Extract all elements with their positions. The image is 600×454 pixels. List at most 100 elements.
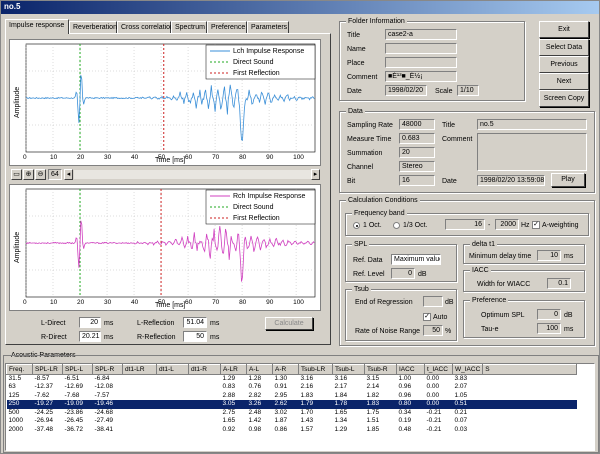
table-cell: 1.30 (274, 375, 288, 382)
table-cell (157, 417, 189, 426)
tab-cross-correlation[interactable]: Cross correlation (117, 21, 174, 33)
folder-place-field (385, 57, 457, 68)
column-header[interactable]: S (482, 364, 578, 375)
table-row[interactable]: 1000 -26.94 -26.45 -27.49 1.65 1.42 1.87 1.43 1.… (7, 417, 577, 426)
taue-field[interactable]: 100 (537, 323, 561, 334)
column-header[interactable]: dt1-LR (122, 364, 157, 375)
table-row[interactable]: 2000 -37.48 -36.72 -38.41 0.92 0.98 0.86 1.57 1.… (7, 426, 577, 435)
data-title-field: no.5 (477, 119, 587, 130)
select-data-button[interactable]: Select Data (539, 39, 589, 56)
data-title-label: Title (442, 122, 455, 129)
main-window: no.5 Impulse response Reverberation Cros… (0, 0, 600, 454)
table-row[interactable]: 125 -7.62 -7.68 -7.57 2.88 2.82 2.95 1.83 1.84 1.… (7, 392, 577, 401)
column-header[interactable]: SPL-R (92, 364, 123, 375)
next-button[interactable]: Next (539, 73, 589, 90)
column-header[interactable]: dt1-R (188, 364, 221, 375)
r-direct-input[interactable]: 20.21 (79, 331, 101, 342)
freq-from-field[interactable]: 16 (445, 219, 485, 230)
table-row[interactable]: 63 -12.37 -12.69 -12.08 0.83 0.76 0.91 2.16 2.17… (7, 383, 577, 392)
table-row[interactable]: 500 -24.25 -23.86 -24.68 2.75 2.48 3.02 1.70 1.6… (7, 409, 577, 418)
window-title: no.5 (1, 1, 599, 14)
tab-spectrum[interactable]: Spectrum (171, 21, 207, 33)
lch-xticks: 0 10 20 30 40 50 60 70 80 90 100 (23, 154, 304, 161)
play-button[interactable]: Play (551, 173, 585, 187)
column-header[interactable]: Freq. (6, 364, 33, 375)
l-reflection-input[interactable]: 51.04 (183, 317, 207, 328)
table-cell: -36.72 (64, 425, 83, 433)
x-tick-label: 70 (212, 299, 220, 306)
opt-spl-field[interactable]: 0 (537, 309, 561, 320)
table-row[interactable]: 31.5 -8.57 -6.51 -6.84 1.29 1.28 1.30 3.16 3.16 3… (7, 375, 577, 384)
rch-legend-signal: Rch Impulse Response (233, 193, 305, 200)
min-delay-field[interactable]: 10 (537, 250, 561, 261)
table-cell: 1.65 (222, 417, 236, 425)
column-header[interactable]: Tsub-R (364, 364, 397, 375)
column-header[interactable]: t_IACC (424, 364, 453, 375)
column-header[interactable]: dt1-L (156, 364, 189, 375)
auto-checkbox[interactable]: ✓ (423, 313, 431, 321)
column-header[interactable]: SPL-LR (32, 364, 63, 375)
x-tick-label: 20 (77, 154, 85, 161)
table-cell: -23.86 (64, 408, 83, 416)
table-cell: 0.19 (398, 417, 412, 425)
rch-legend-direct: Direct Sound (233, 204, 274, 211)
lch-impulse-curve (26, 75, 315, 141)
calculate-button[interactable]: Calculate (265, 317, 313, 330)
x-tick-label: 40 (131, 154, 139, 161)
l-direct-input[interactable]: 20 (79, 317, 101, 328)
acoustic-table: Freq. SPL-LR SPL-L SPL-R dt1-LR dt1-L dt1-R A-L… (5, 363, 595, 451)
lch-plot-svg: Amplitude Time [ms] 0 10 20 30 40 50 60 70 80 90 1… (14, 43, 316, 164)
r-reflection-input[interactable]: 50 (183, 331, 207, 342)
table-row[interactable]: 250 -19.27 -19.09 -19.46 3.05 3.26 2.62 1.79 1.7… (6, 400, 577, 409)
tab-parameters[interactable]: Parameters (247, 21, 289, 33)
table-cell (157, 409, 189, 418)
r-direct-unit: ms (104, 334, 114, 341)
folder-info-title: Folder Information (346, 17, 407, 26)
tab-preference[interactable]: Preference (207, 21, 247, 33)
column-header[interactable]: A-LR (220, 364, 247, 375)
tab-reverberation[interactable]: Reverberation (69, 21, 117, 33)
scroll-left-icon[interactable]: ◂ (64, 169, 73, 180)
a-weighting-checkbox[interactable]: ✓ (532, 221, 540, 229)
noise-range-field[interactable]: 50 (423, 325, 443, 336)
column-header[interactable]: Tsub-L (332, 364, 365, 375)
zoom-in-icon[interactable]: ⊕ (23, 169, 34, 180)
table-cell (123, 426, 157, 435)
ref-data-field[interactable]: Maximum value (391, 254, 441, 265)
width-wiacc-field[interactable]: 0.1 (547, 278, 571, 289)
table-cell: -27.49 (94, 417, 113, 425)
table-cell: -7.68 (64, 391, 80, 399)
table-cell: -0.21 (426, 408, 442, 416)
oct1-radio[interactable] (353, 222, 360, 229)
rch-xticks: 0 10 20 30 40 50 60 70 80 90 100 (23, 299, 304, 306)
ref-level-field[interactable]: 0 (391, 268, 415, 279)
scroll-track[interactable] (74, 170, 311, 179)
oct3-radio[interactable] (393, 222, 400, 229)
table-cell (122, 400, 157, 409)
table-cell: 1.70 (300, 408, 314, 416)
zoom-out-icon[interactable]: ⊖ (35, 169, 46, 180)
column-header[interactable]: A-L (246, 364, 273, 375)
table-cell: 0.76 (248, 383, 262, 391)
table-cell: 2.48 (248, 408, 262, 416)
tab-impulse-response[interactable]: Impulse response (5, 19, 69, 34)
column-header[interactable]: Tsub-LR (298, 364, 333, 375)
print-icon[interactable]: ▭ (11, 169, 22, 180)
table-cell (189, 383, 221, 392)
table-cell: 0.00 (426, 391, 440, 399)
exit-button[interactable]: Exit (539, 21, 589, 38)
end-regression-field[interactable] (423, 296, 443, 307)
table-cell (189, 409, 221, 418)
table-cell: -7.57 (94, 391, 110, 399)
acoustic-params-table: Freq. SPL-LR SPL-L SPL-R dt1-LR dt1-L dt1-R A-L… (6, 364, 578, 435)
column-header[interactable]: A-R (272, 364, 299, 375)
screen-copy-button[interactable]: Screen Copy (539, 90, 589, 107)
rch-ylabel: Amplitude (14, 232, 21, 263)
table-cell: -12.37 (34, 383, 53, 391)
previous-button[interactable]: Previous (539, 56, 589, 73)
column-header[interactable]: W_IACC (451, 364, 484, 375)
column-header[interactable]: IACC (396, 364, 425, 375)
column-header[interactable]: SPL-L (62, 364, 93, 375)
freq-to-field[interactable]: 2000 (495, 219, 519, 230)
scroll-right-icon[interactable]: ▸ (311, 169, 320, 180)
